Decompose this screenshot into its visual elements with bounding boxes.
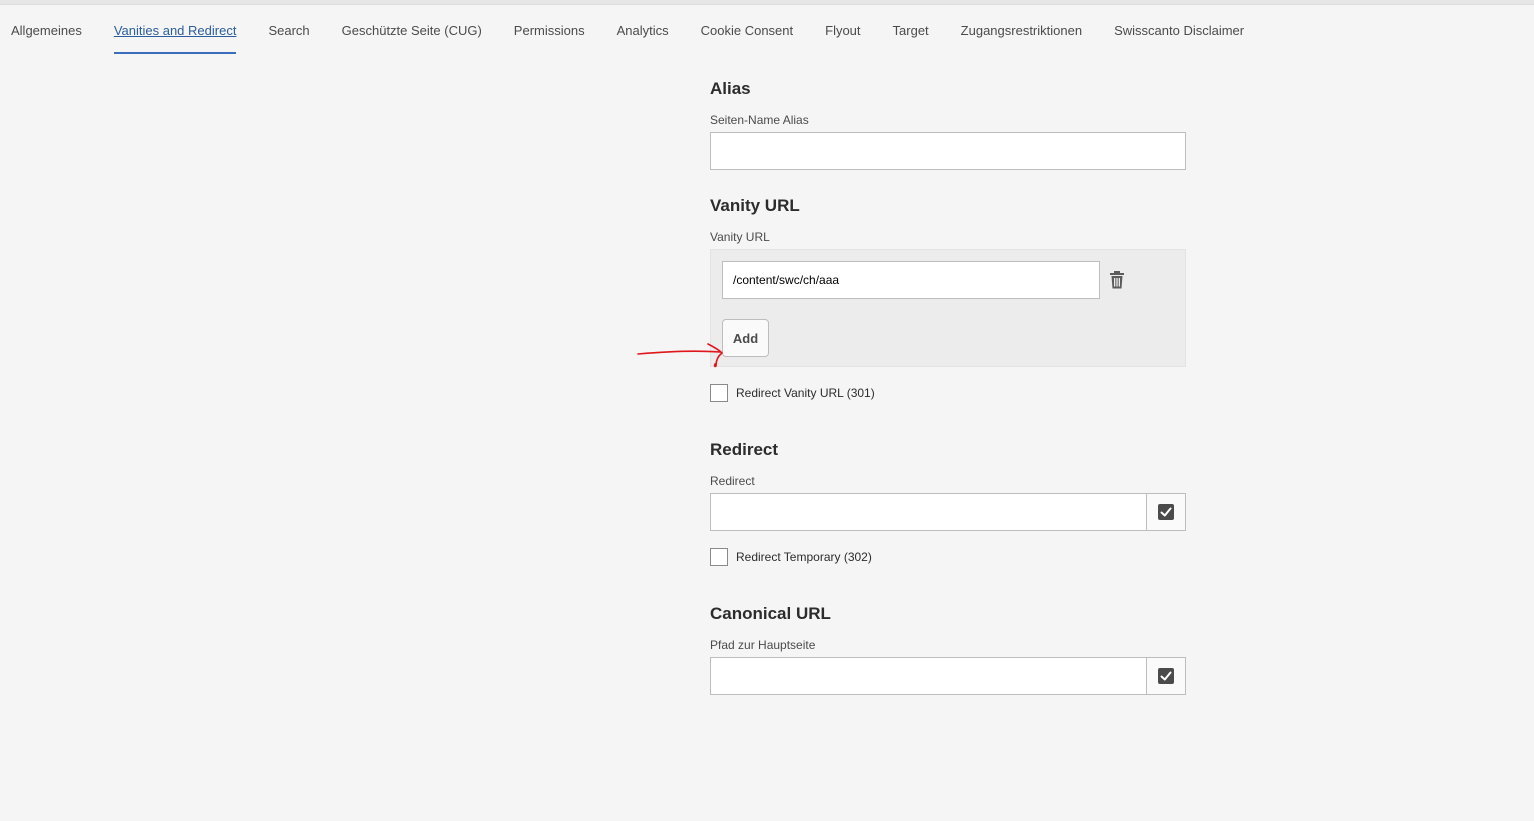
redirect-vanity-checkbox[interactable] — [710, 384, 728, 402]
top-border — [0, 0, 1534, 5]
tab-vanities-and-redirect[interactable]: Vanities and Redirect — [113, 22, 236, 54]
redirect-field-label: Redirect — [710, 474, 755, 488]
canonical-path-field — [710, 657, 1186, 695]
check-square-icon — [1158, 504, 1174, 520]
tab-swisscanto-disclaimer[interactable]: Swisscanto Disclaimer — [1114, 22, 1244, 54]
tab-geschuetzte-seite[interactable]: Geschützte Seite (CUG) — [342, 22, 482, 54]
add-vanity-button[interactable]: Add — [722, 319, 769, 357]
vanity-field-label: Vanity URL — [710, 230, 770, 244]
tab-analytics[interactable]: Analytics — [617, 22, 669, 54]
tab-zugangsrestriktionen[interactable]: Zugangsrestriktionen — [961, 22, 1082, 54]
tab-bar: Allgemeines Vanities and Redirect Search… — [11, 22, 1276, 56]
page-properties-form: Alias Seiten-Name Alias Vanity URL Vanit… — [710, 76, 1186, 695]
tab-allgemeines[interactable]: Allgemeines — [11, 22, 82, 54]
redirect-temporary-checkbox-label: Redirect Temporary (302) — [736, 550, 872, 564]
redirect-temporary-checkbox[interactable] — [710, 548, 728, 566]
redirect-section-title: Redirect — [710, 440, 779, 459]
canonical-picker-button[interactable] — [1147, 657, 1186, 695]
tab-permissions[interactable]: Permissions — [514, 22, 585, 54]
redirect-vanity-checkbox-row: Redirect Vanity URL (301) — [710, 383, 1186, 403]
trash-icon[interactable] — [1109, 271, 1125, 289]
canonical-section-title: Canonical URL — [710, 604, 831, 623]
canonical-field-label: Pfad zur Hauptseite — [710, 638, 816, 652]
vanity-url-input[interactable] — [722, 261, 1100, 299]
alias-field-label: Seiten-Name Alias — [710, 113, 809, 127]
vanity-section-title: Vanity URL — [710, 196, 800, 215]
annotation-arrow-icon — [637, 343, 723, 368]
vanity-multifield: Add — [710, 249, 1186, 367]
tab-target[interactable]: Target — [893, 22, 929, 54]
redirect-vanity-checkbox-label: Redirect Vanity URL (301) — [736, 386, 875, 400]
redirect-input[interactable] — [710, 493, 1147, 531]
tab-search[interactable]: Search — [268, 22, 309, 54]
redirect-picker-button[interactable] — [1147, 493, 1186, 531]
redirect-path-field — [710, 493, 1186, 531]
redirect-temporary-checkbox-row: Redirect Temporary (302) — [710, 547, 1186, 567]
alias-section-title: Alias — [710, 79, 751, 98]
alias-input[interactable] — [710, 132, 1186, 170]
tab-cookie-consent[interactable]: Cookie Consent — [701, 22, 794, 54]
check-square-icon — [1158, 668, 1174, 684]
canonical-input[interactable] — [710, 657, 1147, 695]
tab-flyout[interactable]: Flyout — [825, 22, 860, 54]
